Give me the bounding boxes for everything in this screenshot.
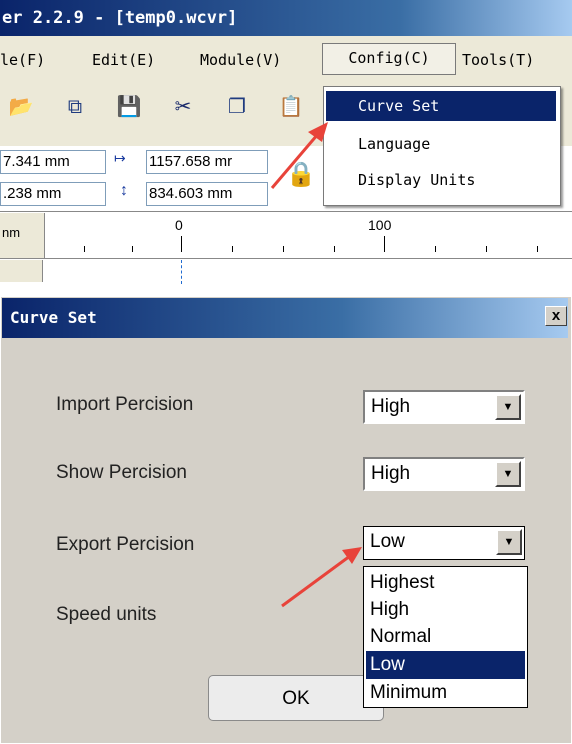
- option-normal[interactable]: Normal: [366, 623, 525, 651]
- import-precision-select[interactable]: High ▼: [363, 390, 525, 424]
- ruler-tick: [181, 236, 182, 252]
- vertical-ruler-strip: [0, 258, 572, 285]
- menu-item-display-units[interactable]: Display Units: [326, 165, 556, 195]
- menu-module[interactable]: Module(V): [200, 46, 281, 74]
- save-icon[interactable]: 💾: [116, 93, 142, 119]
- export-precision-select[interactable]: Low ▼: [363, 526, 525, 560]
- speed-units-label: Speed units: [56, 604, 157, 625]
- ruler-label-0: 0: [175, 217, 183, 233]
- show-precision-value: High: [371, 463, 411, 484]
- width-icon: ↦: [114, 150, 126, 166]
- ruler-tick: [334, 246, 335, 252]
- ruler-tick: [132, 246, 133, 252]
- import-precision-value: High: [371, 396, 411, 417]
- ruler-tick: [486, 246, 487, 252]
- width-field[interactable]: 1157.658 mr: [146, 150, 268, 174]
- menu-config[interactable]: Config(C): [322, 43, 456, 75]
- copy-icon[interactable]: ❐: [224, 93, 250, 119]
- export-precision-label: Export Percision: [56, 534, 195, 555]
- close-button[interactable]: x: [545, 306, 567, 326]
- paste-icon[interactable]: 📋: [278, 93, 304, 119]
- dialog-title: Curve Set: [10, 308, 97, 327]
- open-folder-icon[interactable]: 📂: [8, 93, 34, 119]
- x-position-field[interactable]: 7.341 mm: [0, 150, 106, 174]
- ruler-tick: [384, 236, 385, 252]
- ruler-corner: [0, 260, 43, 282]
- menu-item-curve-set[interactable]: Curve Set: [326, 91, 556, 121]
- menu-file[interactable]: le(F): [0, 46, 45, 74]
- menu-edit[interactable]: Edit(E): [92, 46, 155, 74]
- lock-icon[interactable]: 🔒: [286, 160, 316, 189]
- height-field[interactable]: 834.603 mm: [146, 182, 268, 206]
- dialog-title-bar: Curve Set: [2, 298, 568, 338]
- ruler-tick: [435, 246, 436, 252]
- ruler-tick: [232, 246, 233, 252]
- origin-guide: [181, 260, 182, 284]
- height-icon: ↕: [120, 182, 128, 199]
- ruler-tick: [84, 246, 85, 252]
- cut-icon[interactable]: ✂: [170, 93, 196, 119]
- option-minimum[interactable]: Minimum: [366, 679, 525, 707]
- menu-tools[interactable]: Tools(T): [462, 46, 534, 74]
- ruler-label-100: 100: [368, 217, 392, 233]
- chevron-down-icon[interactable]: ▼: [495, 394, 521, 420]
- menu-item-language[interactable]: Language: [326, 129, 556, 159]
- y-position-field[interactable]: .238 mm: [0, 182, 106, 206]
- chevron-down-icon[interactable]: ▼: [495, 461, 521, 487]
- ruler-tick: [537, 246, 538, 252]
- chevron-down-icon[interactable]: ▼: [496, 529, 522, 555]
- ruler-unit-label: nm: [0, 213, 45, 258]
- ruler-tick: [283, 246, 284, 252]
- export-precision-options: Highest High Normal Low Minimum: [363, 566, 528, 708]
- show-precision-label: Show Percision: [56, 462, 187, 483]
- export-icon[interactable]: ⧉: [62, 93, 88, 119]
- app-title: er 2.2.9 - [temp0.wcvr]: [2, 8, 238, 28]
- export-precision-value: Low: [370, 531, 405, 552]
- import-precision-label: Import Percision: [56, 394, 194, 415]
- config-dropdown-menu: Curve Set Language Display Units: [323, 86, 561, 206]
- option-low[interactable]: Low: [366, 651, 525, 679]
- ok-button[interactable]: OK: [208, 675, 384, 721]
- option-highest[interactable]: Highest: [366, 569, 525, 597]
- app-title-bar: er 2.2.9 - [temp0.wcvr]: [0, 0, 572, 36]
- menu-bar: le(F) Edit(E) Module(V) Config(C) Tools(…: [0, 36, 572, 86]
- show-precision-select[interactable]: High ▼: [363, 457, 525, 491]
- option-high[interactable]: High: [366, 596, 525, 624]
